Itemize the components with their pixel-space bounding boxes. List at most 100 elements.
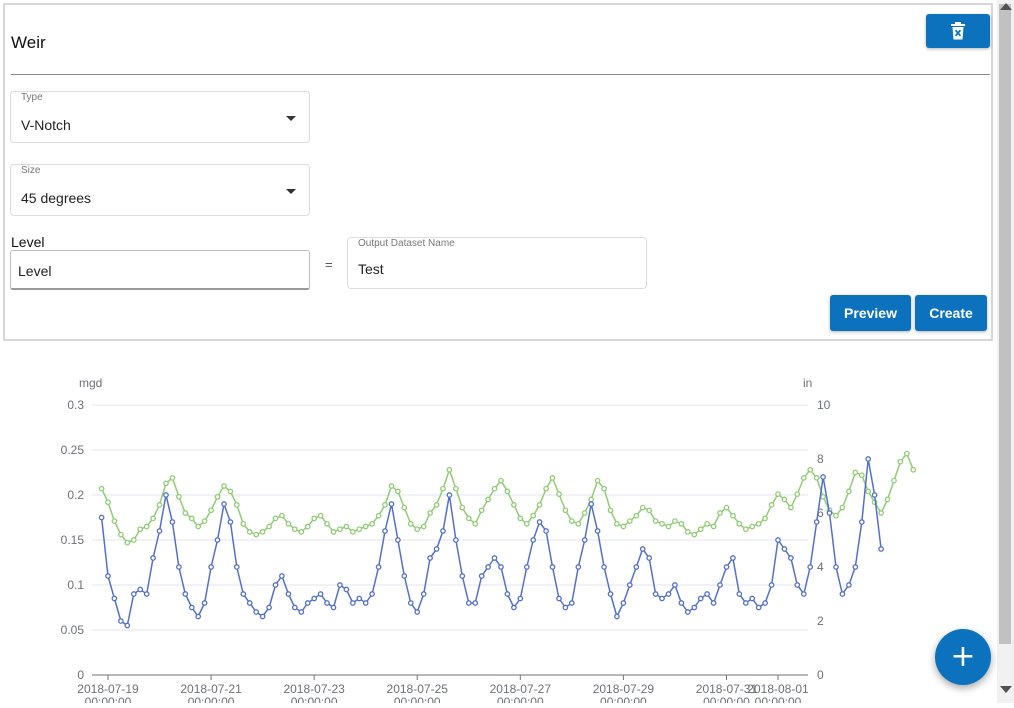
data-point-level bbox=[291, 526, 298, 533]
data-point-flow bbox=[105, 573, 111, 579]
data-point-flow bbox=[646, 555, 653, 561]
data-point-level bbox=[491, 485, 498, 492]
output-dataset-name-label: Output Dataset Name bbox=[358, 238, 455, 249]
data-point-level bbox=[343, 523, 350, 530]
output-dataset-name-field[interactable]: Output Dataset Name Test bbox=[347, 237, 647, 289]
data-point-level bbox=[240, 520, 247, 527]
x-tick-label: 2018-07-27 bbox=[490, 682, 552, 696]
delete-button[interactable] bbox=[926, 14, 990, 48]
data-point-level bbox=[807, 466, 814, 473]
data-point-level bbox=[401, 504, 408, 511]
data-point-flow bbox=[362, 600, 369, 606]
x-tick-time-label: 00:00:00 bbox=[85, 695, 132, 703]
data-point-flow bbox=[395, 537, 401, 543]
data-point-flow bbox=[491, 555, 498, 561]
title-divider bbox=[11, 74, 990, 75]
data-point-level bbox=[523, 520, 530, 527]
add-fab-button[interactable]: + bbox=[935, 629, 991, 685]
data-point-level bbox=[691, 531, 698, 538]
data-point-flow bbox=[453, 537, 459, 543]
series-line-level bbox=[100, 452, 914, 544]
data-point-flow bbox=[846, 582, 852, 588]
data-point-flow bbox=[118, 618, 124, 624]
scroll-up-arrow-icon[interactable] bbox=[1000, 3, 1012, 10]
data-point-flow bbox=[794, 582, 801, 588]
data-point-level bbox=[833, 512, 839, 519]
data-point-flow bbox=[652, 591, 659, 597]
data-point-flow bbox=[472, 600, 479, 606]
data-point-flow bbox=[826, 510, 833, 516]
data-point-flow bbox=[143, 591, 150, 597]
data-point-level bbox=[684, 529, 691, 535]
data-point-flow bbox=[813, 519, 820, 525]
data-point-flow bbox=[420, 591, 427, 597]
data-point-flow bbox=[311, 595, 318, 602]
data-point-flow bbox=[511, 604, 517, 611]
data-point-level bbox=[903, 450, 910, 457]
chart-container: 0 0.05 0.1 0.15 0.2 0.25 0.3 0 2 4 6 8 10 mgd in 2018-0… bbox=[0, 345, 997, 708]
type-select[interactable]: Type V-Notch bbox=[10, 91, 310, 143]
y-right-tick-label: 0 bbox=[817, 668, 824, 682]
data-point-flow bbox=[176, 564, 182, 570]
preview-button[interactable]: Preview bbox=[830, 295, 911, 331]
level-input[interactable]: Level bbox=[10, 250, 310, 290]
data-point-flow bbox=[665, 591, 672, 597]
data-point-level bbox=[433, 502, 440, 508]
data-point-level bbox=[414, 526, 421, 533]
trash-x-icon bbox=[951, 22, 965, 40]
data-point-flow bbox=[111, 595, 118, 602]
data-point-flow bbox=[407, 600, 414, 606]
data-point-flow bbox=[253, 609, 260, 615]
data-point-flow bbox=[800, 591, 807, 597]
data-point-level bbox=[594, 477, 601, 484]
data-point-level bbox=[710, 523, 717, 530]
data-point-flow bbox=[736, 591, 743, 597]
data-point-flow bbox=[124, 622, 131, 629]
data-point-flow bbox=[195, 613, 202, 620]
y-left-tick-label: 0.15 bbox=[61, 533, 85, 547]
data-point-flow bbox=[414, 609, 421, 615]
data-point-level bbox=[736, 520, 743, 527]
data-point-level bbox=[465, 515, 472, 522]
data-point-flow bbox=[343, 586, 350, 593]
y-left-tick-label: 0.3 bbox=[67, 398, 84, 412]
scrollbar-thumb[interactable] bbox=[999, 4, 1011, 644]
size-label: Size bbox=[21, 165, 41, 176]
data-point-level bbox=[214, 493, 221, 500]
data-point-level bbox=[697, 526, 704, 533]
data-point-level bbox=[163, 480, 169, 487]
data-point-flow bbox=[272, 582, 279, 588]
y-right-unit-label: in bbox=[803, 376, 812, 390]
y-left-tick-label: 0.05 bbox=[61, 623, 85, 637]
y-left-unit-label: mgd bbox=[79, 376, 102, 390]
data-point-level bbox=[337, 526, 343, 533]
data-point-level bbox=[176, 493, 182, 500]
y-right-tick-label: 4 bbox=[817, 560, 824, 574]
create-button[interactable]: Create bbox=[915, 295, 987, 331]
data-point-flow bbox=[697, 595, 704, 602]
data-point-level bbox=[575, 520, 582, 527]
data-point-level bbox=[407, 520, 414, 527]
data-point-level bbox=[846, 488, 852, 495]
data-point-flow bbox=[504, 591, 511, 597]
data-point-flow bbox=[659, 595, 665, 602]
data-point-level bbox=[813, 475, 820, 481]
data-point-level bbox=[820, 493, 826, 500]
data-point-flow bbox=[833, 564, 839, 570]
data-point-level bbox=[562, 507, 569, 514]
data-point-flow bbox=[775, 537, 781, 543]
x-tick-time-label: 00:00:00 bbox=[394, 695, 441, 703]
size-select[interactable]: Size 45 degrees bbox=[10, 164, 310, 216]
data-point-level bbox=[839, 504, 846, 511]
data-point-level bbox=[788, 504, 794, 511]
data-point-level bbox=[304, 523, 311, 530]
data-point-level bbox=[717, 510, 723, 516]
data-point-flow bbox=[330, 604, 337, 611]
data-point-level bbox=[221, 483, 227, 489]
scroll-down-arrow-icon[interactable] bbox=[1000, 686, 1012, 693]
data-point-level bbox=[453, 485, 459, 492]
data-point-flow bbox=[485, 564, 491, 570]
data-point-flow bbox=[620, 600, 627, 606]
data-point-level bbox=[208, 507, 214, 514]
data-point-level bbox=[723, 504, 730, 511]
